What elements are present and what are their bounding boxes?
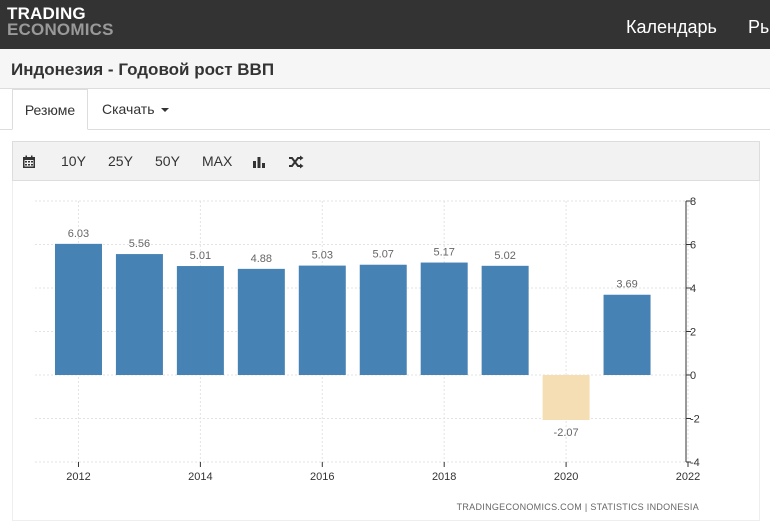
tab-summary[interactable]: Резюме: [12, 89, 88, 130]
tab-download-label: Скачать: [102, 101, 155, 117]
bar-2019[interactable]: [481, 265, 529, 375]
bar-2014[interactable]: [176, 266, 224, 375]
x-tick-label: 2012: [66, 471, 90, 483]
y-tick-label: 2: [690, 327, 696, 339]
data-label-2014: 5.01: [190, 250, 211, 262]
y-tick-label: 4: [690, 283, 696, 295]
bar-2013[interactable]: [115, 254, 163, 375]
data-label-2012: 6.03: [68, 228, 89, 240]
range-50y-button[interactable]: 50Y: [155, 142, 180, 180]
x-tick-label: 2014: [188, 471, 212, 483]
bar-2016[interactable]: [298, 265, 346, 375]
calendar-icon[interactable]: [22, 142, 36, 180]
data-label-2018: 5.17: [433, 247, 454, 259]
tab-bar: Резюме Скачать: [0, 89, 770, 130]
chart-container: 6.03 5.56 5.01 4.88 5.03 5.07 5.17 5.02 -2.07 3.6…: [12, 181, 760, 521]
page-title: Индонезия - Годовой рост ВВП: [11, 60, 275, 79]
logo-line-2: ECONOMICS: [7, 20, 114, 39]
caret-down-icon: [160, 108, 169, 113]
nav-calendar-link[interactable]: Календарь: [626, 17, 717, 38]
bar-2015[interactable]: [237, 268, 285, 375]
y-tick-label: 8: [690, 196, 696, 208]
bar-2021[interactable]: [603, 294, 651, 375]
x-tick-label: 2022: [676, 471, 700, 483]
title-bar: Индонезия - Годовой рост ВВП: [0, 49, 770, 89]
bar-2012[interactable]: [54, 243, 102, 375]
bar-chart-icon[interactable]: [252, 142, 266, 180]
y-tick-label: 6: [690, 240, 696, 252]
data-label-2016: 5.03: [312, 250, 333, 262]
data-label-2015: 4.88: [251, 253, 272, 265]
source-note: TRADINGECONOMICS.COM | STATISTICS INDONE…: [457, 502, 699, 512]
y-tick-label: -4: [690, 457, 700, 469]
bar-2017[interactable]: [359, 264, 407, 375]
data-label-2013: 5.56: [129, 238, 150, 250]
range-10y-button[interactable]: 10Y: [61, 142, 86, 180]
nav-markets-link[interactable]: Рынки: [748, 17, 770, 38]
top-navigation-bar: TRADING ECONOMICS Календарь Рынки: [0, 0, 770, 49]
bar-2020[interactable]: [542, 375, 590, 421]
bar-2018[interactable]: [420, 262, 468, 375]
x-tick-label: 2016: [310, 471, 334, 483]
gdp-growth-bar-chart: 6.03 5.56 5.01 4.88 5.03 5.07 5.17 5.02 -2.07 3.6…: [35, 196, 700, 512]
range-25y-button[interactable]: 25Y: [108, 142, 133, 180]
x-tick-label: 2018: [432, 471, 456, 483]
shuffle-icon[interactable]: [288, 142, 304, 180]
data-label-2020: -2.07: [554, 427, 579, 439]
y-tick-label: 0: [690, 370, 696, 382]
chart-toolbar: 10Y 25Y 50Y MAX: [12, 141, 760, 181]
data-label-2017: 5.07: [373, 249, 394, 261]
trading-economics-logo[interactable]: TRADING ECONOMICS: [7, 5, 114, 39]
x-tick-label: 2020: [554, 471, 578, 483]
data-label-2021: 3.69: [616, 279, 637, 291]
range-max-button[interactable]: MAX: [202, 142, 232, 180]
tab-download[interactable]: Скачать: [102, 89, 169, 130]
data-label-2019: 5.02: [494, 250, 515, 262]
y-tick-label: -2: [690, 414, 700, 426]
